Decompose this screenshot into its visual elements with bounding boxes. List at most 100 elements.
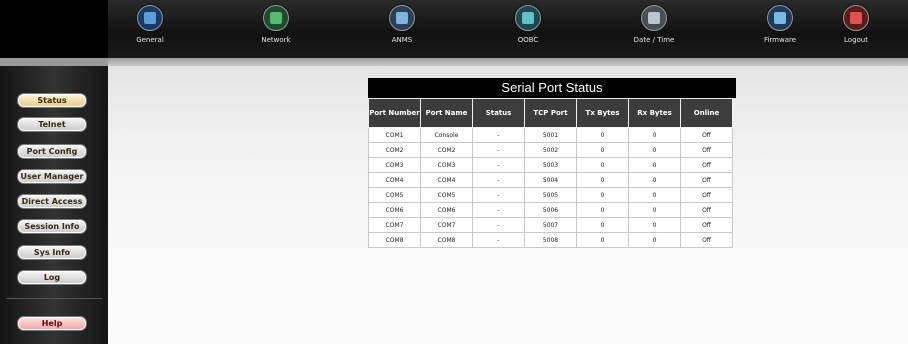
table-cell: Off [680,127,733,143]
table-cell: COM6 [420,202,473,218]
column-header: Rx Bytes [628,98,681,128]
table-cell: COM8 [420,232,473,248]
table-cell: COM5 [420,187,473,203]
nav-item-anms[interactable]: ANMS [352,3,452,53]
table-cell: Off [680,202,733,218]
network-icon [263,5,289,31]
table-cell: 0 [628,217,681,233]
column-header: Tx Bytes [576,98,629,128]
sidebar-item-status[interactable]: Status [17,93,87,108]
table-cell: 0 [576,127,629,143]
nav-item-oobc[interactable]: OOBC [478,3,578,53]
nav-item-date-time[interactable]: Date / Time [604,3,704,53]
table-cell: 0 [628,142,681,158]
nav-item-logout[interactable]: Logout [806,3,906,53]
table-cell: Console [420,127,473,143]
sidebar-item-session-info[interactable]: Session Info [17,219,87,234]
table-cell: 0 [628,232,681,248]
column-header: Online [680,98,733,128]
nav-label: ANMS [391,36,413,44]
table-row: COM1 Console - 5001 0 0 Off [368,127,733,143]
table-row: COM5 COM5 - 5005 0 0 Off [368,187,733,203]
sidebar-item-sys-info[interactable]: Sys Info [17,245,87,260]
table-cell: Off [680,187,733,203]
table-cell: COM4 [420,172,473,188]
table-cell: - [472,217,525,233]
table-cell: 0 [576,172,629,188]
table-cell: 0 [628,187,681,203]
column-header: TCP Port [524,98,577,128]
column-header: Port Name [420,98,473,128]
table-cell: 0 [576,157,629,173]
table-cell: 0 [576,217,629,233]
table-cell: - [472,202,525,218]
column-header: Status [472,98,525,128]
sidebar-item-direct-access[interactable]: Direct Access [17,194,87,209]
nav-label: Network [261,36,291,44]
sidebar-divider [6,298,102,299]
table-cell: 5004 [524,172,577,188]
table-cell: COM2 [368,142,421,158]
table-cell: 0 [576,232,629,248]
sidebar-item-telnet[interactable]: Telnet [17,117,87,132]
general-icon [137,5,163,31]
table-cell: Off [680,232,733,248]
table-cell: 0 [576,202,629,218]
table-cell: Off [680,157,733,173]
anms-icon [389,5,415,31]
table-row: COM3 COM3 - 5003 0 0 Off [368,157,733,173]
table-cell: - [472,187,525,203]
table-cell: Off [680,217,733,233]
table-cell: 0 [628,157,681,173]
sidebar-item-help[interactable]: Help [17,316,87,331]
table-header-row: Port Number Port Name Status TCP Port Tx… [368,98,733,128]
table-cell: - [472,157,525,173]
table-cell: COM2 [420,142,473,158]
sidebar-item-port-config[interactable]: Port Config [17,144,87,159]
table-cell: 0 [628,202,681,218]
table-cell: Off [680,172,733,188]
table-cell: - [472,232,525,248]
nav-divider-shadow [108,58,908,66]
table-cell: COM5 [368,187,421,203]
table-cell: - [472,142,525,158]
nav-item-general[interactable]: General [100,3,200,53]
table-cell: - [472,127,525,143]
table-cell: 5005 [524,187,577,203]
logout-icon [843,5,869,31]
table-cell: COM1 [368,127,421,143]
table-cell: 0 [628,172,681,188]
sidebar-item-log[interactable]: Log [17,270,87,285]
table-row: COM7 COM7 - 5007 0 0 Off [368,217,733,233]
table-cell: 5007 [524,217,577,233]
firmware-icon [767,5,793,31]
table-cell: COM8 [368,232,421,248]
table-cell: COM7 [420,217,473,233]
table-cell: COM3 [368,157,421,173]
table-cell: 5002 [524,142,577,158]
nav-item-network[interactable]: Network [226,3,326,53]
table-cell: 5006 [524,202,577,218]
sidebar-item-user-manager[interactable]: User Manager [17,169,87,184]
table-cell: - [472,172,525,188]
nav-label: Logout [844,36,868,44]
column-header: Port Number [368,98,421,128]
table-row: COM6 COM6 - 5006 0 0 Off [368,202,733,218]
nav-label: General [136,36,164,44]
serial-port-status-table: Port Number Port Name Status TCP Port Tx… [368,98,733,248]
date-time-icon [641,5,667,31]
table-row: COM2 COM2 - 5002 0 0 Off [368,142,733,158]
nav-label: OOBC [517,36,539,44]
table-title: Serial Port Status [368,78,736,98]
table-cell: 5003 [524,157,577,173]
table-cell: COM6 [368,202,421,218]
table-cell: COM4 [368,172,421,188]
table-cell: COM3 [420,157,473,173]
sidebar: Status Telnet Port Config User Manager D… [0,66,108,344]
logo-area [0,0,108,58]
oobc-icon [515,5,541,31]
table-row: COM4 COM4 - 5004 0 0 Off [368,172,733,188]
table-cell: 5008 [524,232,577,248]
table-cell: 0 [628,127,681,143]
nav-label: Date / Time [633,36,675,44]
